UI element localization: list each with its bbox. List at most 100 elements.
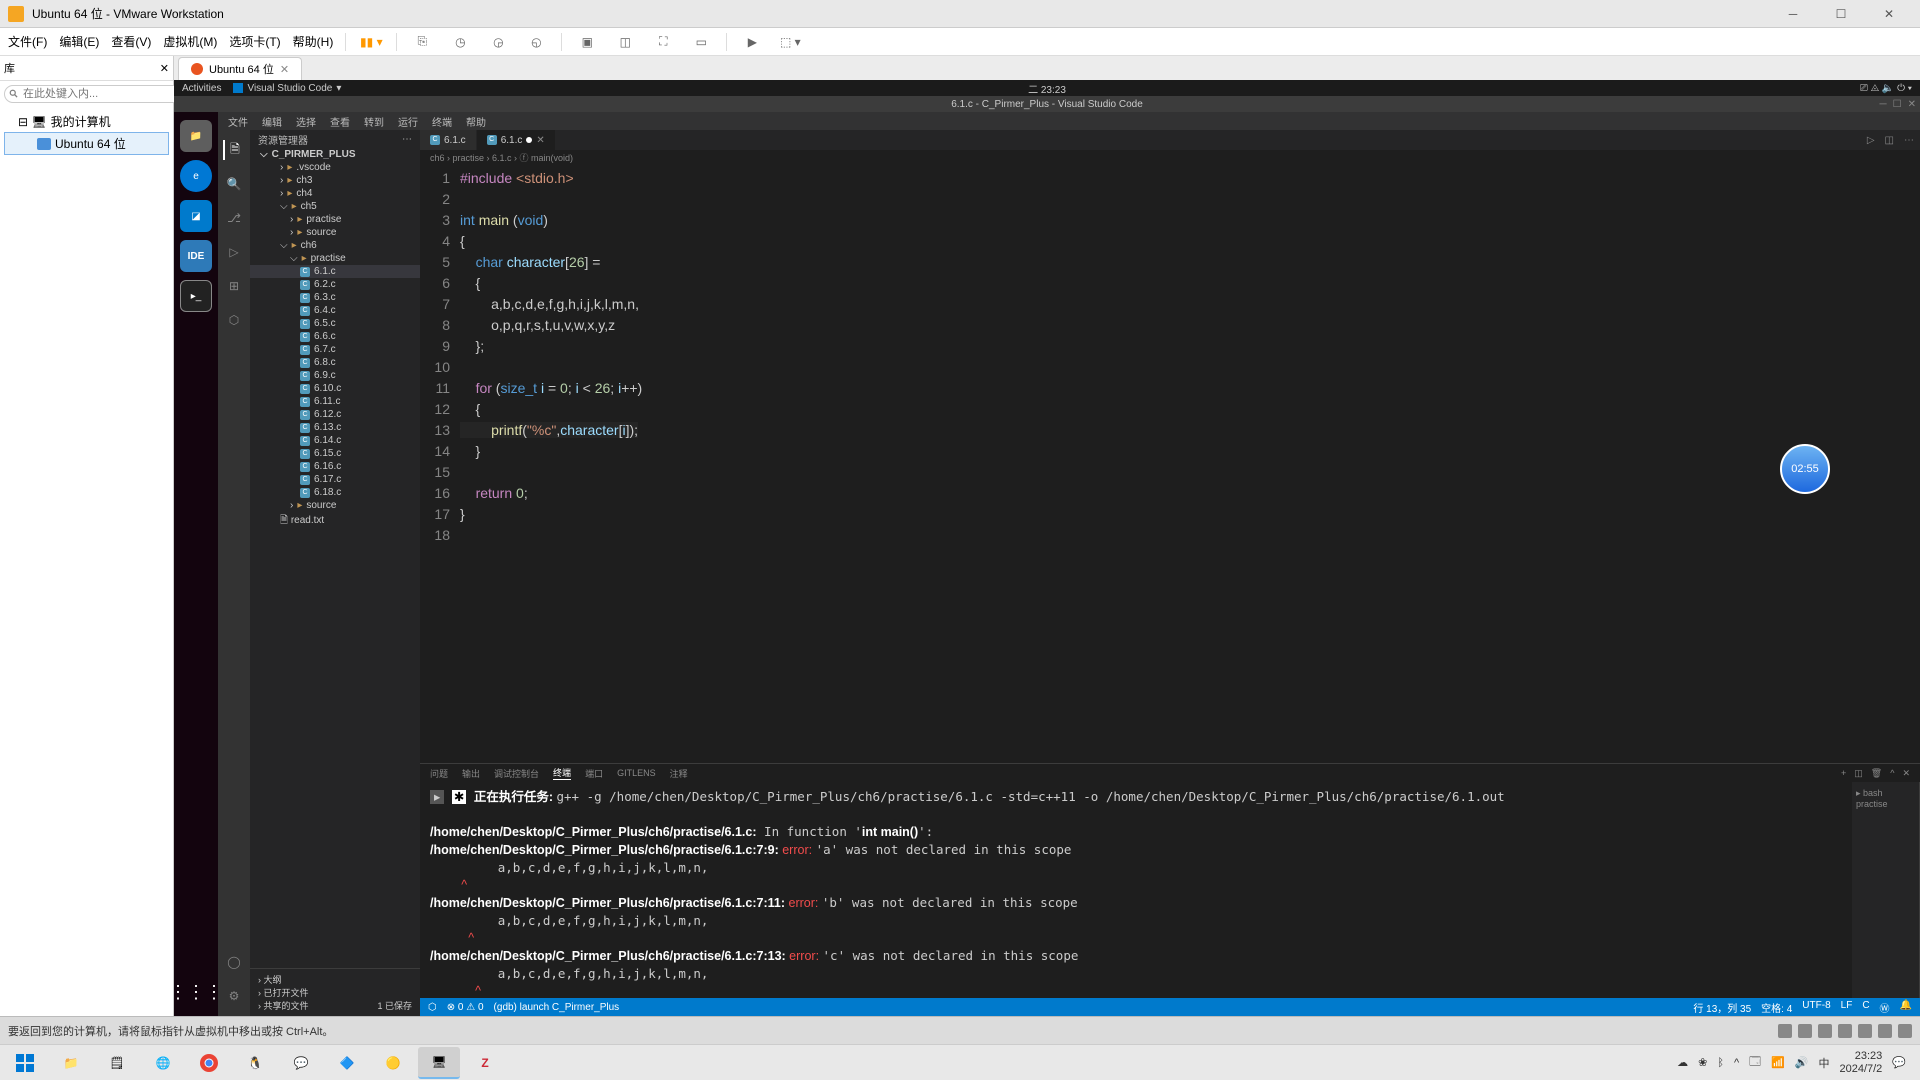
maximize-button[interactable]: ☐ (1818, 4, 1864, 24)
ubuntu-tray[interactable]: ⎚ ◬ 🔈 ⏻ ▾ (1860, 83, 1912, 94)
vsc-close-icon[interactable]: ✕ (1908, 99, 1916, 110)
tree-file[interactable]: C 6.14.c (250, 434, 420, 447)
device-usb-icon[interactable] (1838, 1024, 1852, 1038)
status-live[interactable]: Ⓦ (1880, 1000, 1890, 1015)
status-errors[interactable]: ⊗ 0 ⚠ 0 (447, 1002, 484, 1013)
tree-file[interactable]: C 6.11.c (250, 395, 420, 408)
menu-tabs[interactable]: 选项卡(T) (229, 33, 280, 50)
panel-tab-problems[interactable]: 问题 (430, 767, 448, 780)
vsc-menu-select[interactable]: 选择 (296, 114, 316, 129)
close-button[interactable]: ✕ (1866, 4, 1912, 24)
tray-ime[interactable]: 中 (1818, 1055, 1829, 1071)
panel-close-icon[interactable]: ✕ (1902, 768, 1910, 779)
tree-file[interactable]: C 6.3.c (250, 291, 420, 304)
task-vmware[interactable]: 🖥 (418, 1047, 460, 1079)
vsc-menu-go[interactable]: 转到 (364, 114, 384, 129)
tray-cloud-icon[interactable]: ☁ (1677, 1056, 1688, 1069)
tree-file[interactable]: C 6.10.c (250, 382, 420, 395)
snapshot-button[interactable]: ◷ (447, 29, 473, 55)
vsc-min-icon[interactable]: ─ (1880, 99, 1887, 110)
tree-file[interactable]: C 6.18.c (250, 486, 420, 499)
ubuntu-app-menu[interactable]: Visual Studio Code ▾ (233, 83, 341, 94)
tree-file[interactable]: C 6.1.c (250, 265, 420, 278)
tree-file[interactable]: C 6.7.c (250, 343, 420, 356)
dock-vscode[interactable]: ◪ (180, 200, 212, 232)
vsc-menu-run[interactable]: 运行 (398, 114, 418, 129)
menu-help[interactable]: 帮助(H) (293, 33, 334, 50)
tray-chevron-up-icon[interactable]: ^ (1734, 1057, 1739, 1069)
activities-button[interactable]: Activities (182, 83, 221, 94)
editor-tab-61c-modified[interactable]: C 6.1.c ✕ (477, 130, 556, 150)
terminal-trash-icon[interactable]: 🗑 (1871, 768, 1882, 779)
device-hdd-icon[interactable] (1778, 1024, 1792, 1038)
device-net-icon[interactable] (1818, 1024, 1832, 1038)
snapshot-revert-button[interactable]: ◶ (485, 29, 511, 55)
terminal-new-icon[interactable]: + (1841, 768, 1846, 779)
dock-apps[interactable]: ⋮⋮⋮ (180, 976, 212, 1008)
dock-edge[interactable]: e (180, 160, 212, 192)
outline-shared[interactable]: › 共享的文件 1 已保存 (258, 999, 412, 1012)
vm-tab-ubuntu[interactable]: Ubuntu 64 位 ✕ (178, 57, 302, 80)
task-explorer[interactable]: 📁 (50, 1047, 92, 1079)
dock-files[interactable]: 📁 (180, 120, 212, 152)
vsc-menu-file[interactable]: 文件 (228, 114, 248, 129)
panel-max-icon[interactable]: ^ (1890, 768, 1894, 779)
tray-volume-icon[interactable]: 🔊 (1795, 1056, 1809, 1069)
outline-title[interactable]: › 大纲 (258, 973, 412, 986)
ubuntu-clock[interactable]: 二 23:23 (1028, 81, 1066, 96)
task-whiteboard[interactable]: 🗒 (96, 1047, 138, 1079)
status-eol[interactable]: LF (1841, 1000, 1853, 1015)
console-button[interactable]: ▶ (739, 29, 765, 55)
library-close-icon[interactable]: ✕ (160, 62, 169, 75)
term-entry[interactable]: ▸ bash practise (1856, 786, 1915, 811)
tree-file[interactable]: C 6.9.c (250, 369, 420, 382)
dock-terminal[interactable]: ▸_ (180, 280, 212, 312)
terminal-output[interactable]: ▸ ✱ 正在执行任务: g++ -g /home/chen/Desktop/C_… (420, 782, 1852, 998)
code-content[interactable]: #include <stdio.h> int main (void) { cha… (460, 164, 1920, 763)
explorer-menu-icon[interactable]: ⋯ (402, 134, 412, 145)
tree-folder[interactable]: › ▸ practise (250, 213, 420, 226)
tray-notifications-icon[interactable]: 💬 (1892, 1056, 1906, 1069)
panel-tab-ports[interactable]: 端口 (585, 767, 603, 780)
tray-bluetooth-icon[interactable]: ᛒ (1717, 1057, 1724, 1069)
project-root[interactable]: ⌵ C_PIRMER_PLUS (250, 148, 420, 161)
menu-edit[interactable]: 编辑(E) (59, 33, 99, 50)
activity-explorer[interactable]: 🗎 (223, 140, 243, 160)
panel-tab-comments[interactable]: 注释 (670, 767, 688, 780)
tree-folder[interactable]: ⌵ ▸ practise (250, 252, 420, 265)
dock-ide[interactable]: IDE (180, 240, 212, 272)
tray-onedrive-icon[interactable]: ❀ (1698, 1056, 1707, 1069)
run-icon[interactable]: ▷ (1867, 135, 1875, 146)
device-cd-icon[interactable] (1798, 1024, 1812, 1038)
tab-close-icon[interactable]: ✕ (536, 135, 544, 146)
tree-folder[interactable]: ⌵ ▸ ch6 (250, 239, 420, 252)
status-launch[interactable]: (gdb) launch C_Pirmer_Plus (494, 1002, 620, 1013)
tree-folder[interactable]: › ▸ source (250, 499, 420, 512)
activity-account[interactable]: ◯ (224, 952, 244, 972)
task-app1[interactable]: 🔷 (326, 1047, 368, 1079)
tree-folder[interactable]: › ▸ ch4 (250, 187, 420, 200)
tray-battery-icon[interactable]: 🗔 (1749, 1053, 1761, 1072)
task-qq[interactable]: 🐧 (234, 1047, 276, 1079)
tree-file[interactable]: C 6.16.c (250, 460, 420, 473)
device-display-icon[interactable] (1898, 1024, 1912, 1038)
panel-tab-terminal[interactable]: 终端 (553, 766, 571, 780)
panel-tab-gitlens[interactable]: GITLENS (617, 768, 656, 778)
tree-file[interactable]: C 6.17.c (250, 473, 420, 486)
pause-vm-button[interactable]: ▮▮ ▾ (358, 29, 384, 55)
tab-close-icon[interactable]: ✕ (280, 63, 289, 76)
vsc-max-icon[interactable]: ☐ (1893, 99, 1902, 110)
status-indent[interactable]: 空格: 4 (1761, 1000, 1792, 1015)
status-encoding[interactable]: UTF-8 (1802, 1000, 1830, 1015)
unity-button[interactable]: ◫ (612, 29, 638, 55)
vsc-menu-term[interactable]: 终端 (432, 114, 452, 129)
activity-git[interactable]: ⎇ (224, 208, 244, 228)
tray-clock[interactable]: 23:23 2024/7/2 (1839, 1050, 1882, 1076)
menu-vm[interactable]: 虚拟机(M) (163, 33, 217, 50)
device-sound-icon[interactable] (1858, 1024, 1872, 1038)
task-chrome[interactable] (188, 1047, 230, 1079)
tree-file[interactable]: C 6.13.c (250, 421, 420, 434)
task-app2[interactable]: 🟡 (372, 1047, 414, 1079)
vsc-menu-edit[interactable]: 编辑 (262, 114, 282, 129)
vsc-menu-help[interactable]: 帮助 (466, 114, 486, 129)
